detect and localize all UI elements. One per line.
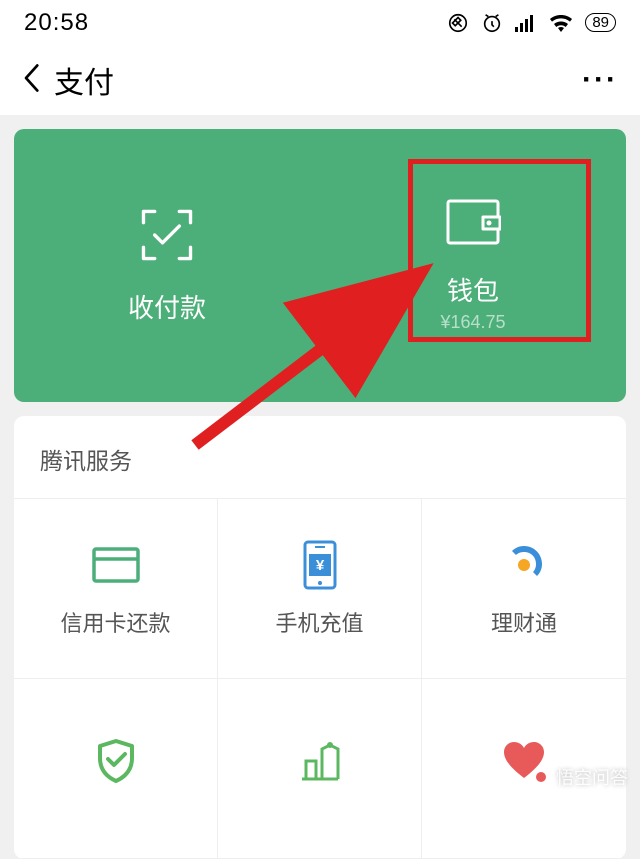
back-icon[interactable] [22, 63, 40, 98]
wallet-label: 钱包 [447, 271, 499, 308]
battery-indicator: 89 [585, 13, 616, 32]
pay-receive-label: 收付款 [128, 288, 206, 325]
watermark: 悟空问答 [530, 764, 628, 790]
service-item-5[interactable] [218, 679, 422, 859]
svg-text:¥: ¥ [315, 557, 324, 574]
service-wealth[interactable]: 理财通 [422, 499, 626, 679]
status-bar: 20:58 89 [0, 0, 640, 45]
section-header: 腾讯服务 [14, 416, 626, 499]
scan-check-icon [139, 207, 195, 268]
service-phone-recharge[interactable]: ¥ 手机充值 [218, 499, 422, 679]
service-label: 信用卡还款 [60, 606, 170, 638]
city-service-icon [296, 736, 344, 786]
pay-receive-button[interactable]: 收付款 [14, 129, 320, 402]
service-credit-repay[interactable]: 信用卡还款 [14, 499, 218, 679]
wallet-icon [445, 198, 501, 251]
more-icon[interactable]: ··· [582, 63, 618, 97]
credit-card-icon [92, 540, 140, 590]
wallet-button[interactable]: 钱包 ¥164.75 [320, 129, 626, 402]
service-grid: 信用卡还款 ¥ 手机充值 理财通 [14, 499, 626, 859]
payment-card: 收付款 钱包 ¥164.75 [14, 129, 626, 402]
page-title: 支付 [54, 58, 114, 102]
service-label: 理财通 [491, 606, 557, 638]
status-indicators: 89 [447, 12, 616, 34]
wallet-balance: ¥164.75 [440, 312, 505, 333]
mute-icon [447, 12, 469, 34]
shield-check-icon [94, 736, 138, 786]
wifi-icon [549, 14, 573, 32]
tencent-services-section: 腾讯服务 信用卡还款 ¥ 手机充值 理财通 [14, 416, 626, 859]
service-label: 手机充值 [275, 606, 363, 638]
alarm-icon [481, 12, 503, 34]
service-item-4[interactable] [14, 679, 218, 859]
phone-recharge-icon: ¥ [303, 540, 337, 590]
nav-bar: 支付 ··· [0, 45, 640, 115]
wealth-icon [501, 540, 547, 590]
status-time: 20:58 [24, 9, 89, 37]
signal-icon [515, 14, 537, 32]
